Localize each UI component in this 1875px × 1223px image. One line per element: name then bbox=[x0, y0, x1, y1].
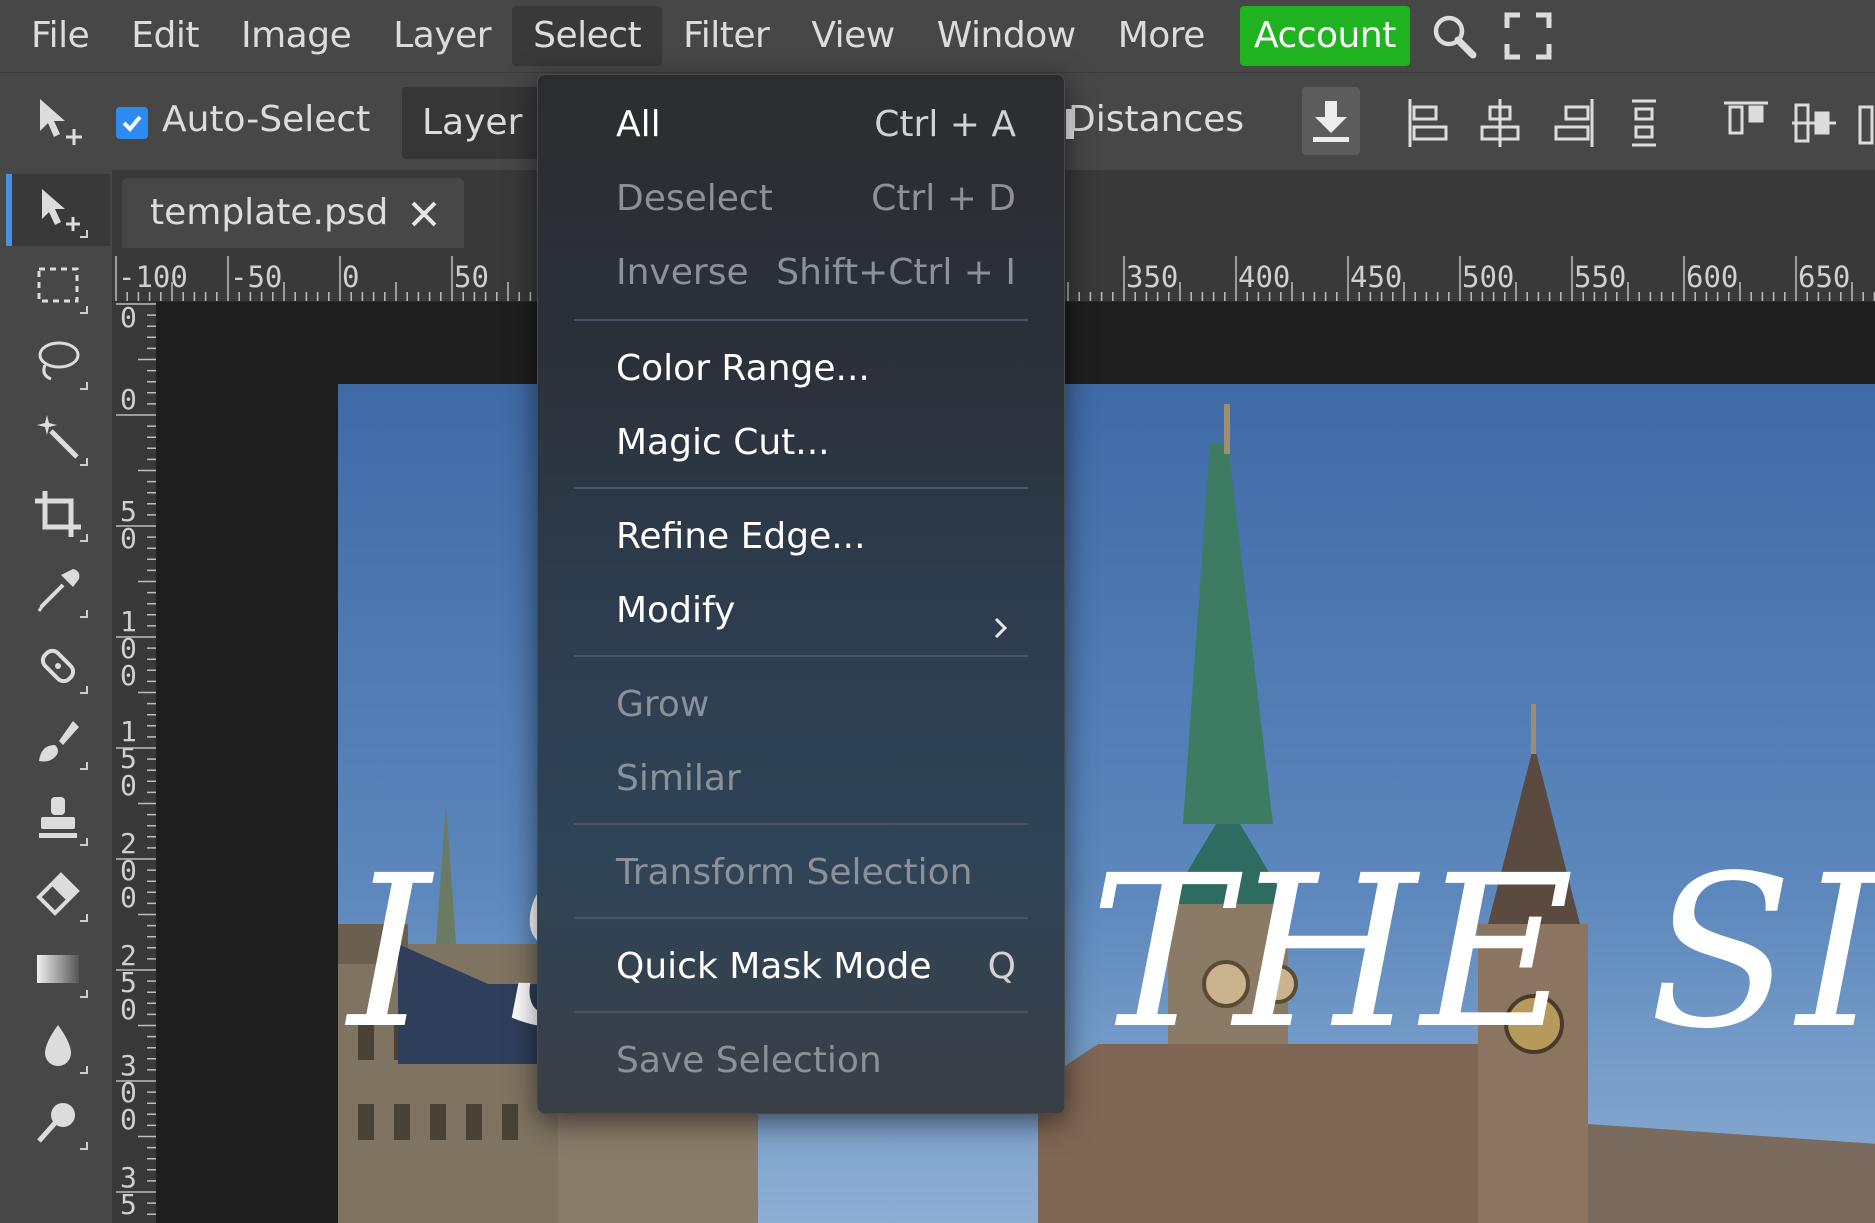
menu-item-all[interactable]: All Ctrl + A bbox=[616, 95, 1016, 155]
menu-item-label: Inverse bbox=[616, 252, 749, 293]
menu-separator bbox=[574, 487, 1028, 489]
move-tool-icon[interactable] bbox=[34, 95, 90, 151]
marquee-tool-button[interactable] bbox=[6, 250, 110, 322]
menu-item-refine-edge[interactable]: Refine Edge... bbox=[616, 507, 1016, 567]
eyedropper-tool-button[interactable] bbox=[6, 554, 110, 626]
account-button[interactable]: Account bbox=[1239, 6, 1410, 66]
move-tool-button[interactable] bbox=[6, 174, 110, 246]
menu-more[interactable]: More bbox=[1097, 6, 1226, 66]
ruler-label: 50 bbox=[454, 260, 489, 294]
ruler-label: 100 bbox=[120, 605, 137, 692]
menu-item-label: Modify bbox=[616, 590, 736, 631]
menu-item-transform-selection[interactable]: Transform Selection bbox=[616, 843, 1016, 903]
ruler-label: 0 bbox=[120, 383, 137, 416]
ruler-label: 0 bbox=[120, 302, 137, 334]
align-horizontal-center-icon[interactable] bbox=[1476, 97, 1524, 149]
menu-edit[interactable]: Edit bbox=[110, 6, 220, 66]
menu-item-quick-mask-mode[interactable]: Quick Mask Mode Q bbox=[616, 937, 1016, 997]
auto-select-checkbox[interactable] bbox=[116, 107, 148, 139]
headline-part-2: THE SIG bbox=[1089, 830, 1875, 1075]
ruler-label: 300 bbox=[120, 1049, 137, 1136]
ruler-label: 150 bbox=[120, 715, 137, 802]
ruler-label: 200 bbox=[120, 827, 137, 914]
menu-item-magic-cut[interactable]: Magic Cut... bbox=[616, 413, 1016, 473]
tools-panel bbox=[0, 170, 112, 1223]
ruler-label: 500 bbox=[1462, 260, 1515, 294]
menu-item-label: All bbox=[616, 104, 661, 145]
stamp-tool-button[interactable] bbox=[6, 782, 110, 854]
ruler-label: 0 bbox=[342, 260, 360, 294]
menu-file[interactable]: File bbox=[10, 6, 110, 66]
menu-item-shortcut: Shift+Ctrl + I bbox=[776, 252, 1016, 293]
menu-item-shortcut: Ctrl + A bbox=[874, 104, 1016, 145]
download-icon[interactable] bbox=[1302, 87, 1360, 155]
menu-item-shortcut: Q bbox=[987, 946, 1016, 987]
menu-item-label: Quick Mask Mode bbox=[616, 946, 932, 987]
document-tab-label: template.psd bbox=[150, 192, 389, 233]
align-right-icon[interactable] bbox=[1550, 97, 1598, 149]
ruler-label: 450 bbox=[1350, 260, 1403, 294]
menu-layer[interactable]: Layer bbox=[372, 6, 512, 66]
search-icon[interactable] bbox=[1424, 6, 1484, 66]
ruler-label: 50 bbox=[120, 495, 137, 555]
auto-select-target-dropdown[interactable]: Layer bbox=[402, 87, 544, 159]
menu-item-save-selection[interactable]: Save Selection bbox=[616, 1031, 1016, 1091]
ruler-label: 550 bbox=[1574, 260, 1627, 294]
gradient-tool-button[interactable] bbox=[6, 934, 110, 1006]
distances-label: Distances bbox=[1068, 99, 1245, 140]
menu-filter[interactable]: Filter bbox=[662, 6, 790, 66]
menu-separator bbox=[574, 917, 1028, 919]
menu-item-shortcut: Ctrl + D bbox=[871, 178, 1016, 219]
select-menu-dropdown: All Ctrl + A Deselect Ctrl + D Inverse S… bbox=[537, 74, 1065, 1114]
fullscreen-icon[interactable] bbox=[1498, 6, 1558, 66]
chevron-right-icon bbox=[988, 599, 1012, 639]
eraser-tool-button[interactable] bbox=[6, 858, 110, 930]
menu-item-deselect[interactable]: Deselect Ctrl + D bbox=[616, 169, 1016, 229]
distribute-vertical-icon[interactable] bbox=[1620, 97, 1668, 149]
ruler-label: 35 bbox=[120, 1161, 137, 1221]
healing-brush-tool-button[interactable] bbox=[6, 630, 110, 702]
menu-item-color-range[interactable]: Color Range... bbox=[616, 339, 1016, 399]
menu-item-inverse[interactable]: Inverse Shift+Ctrl + I bbox=[616, 243, 1016, 303]
menu-window[interactable]: Window bbox=[916, 6, 1097, 66]
menu-select[interactable]: Select bbox=[512, 6, 663, 66]
ruler-label: -50 bbox=[230, 260, 283, 294]
ruler-label: 650 bbox=[1798, 260, 1851, 294]
close-icon[interactable] bbox=[410, 200, 438, 228]
menu-view[interactable]: View bbox=[790, 6, 915, 66]
align-bottom-icon[interactable] bbox=[1856, 97, 1875, 149]
menu-separator bbox=[574, 655, 1028, 657]
brush-tool-button[interactable] bbox=[6, 706, 110, 778]
menu-item-modify[interactable]: Modify bbox=[616, 581, 1016, 641]
ruler-label: 600 bbox=[1686, 260, 1739, 294]
menu-separator bbox=[574, 1011, 1028, 1013]
menu-item-similar[interactable]: Similar bbox=[616, 749, 1016, 809]
align-vertical-center-icon[interactable] bbox=[1790, 97, 1838, 149]
crop-tool-button[interactable] bbox=[6, 478, 110, 550]
menu-bar: File Edit Image Layer Select Filter View… bbox=[0, 0, 1875, 72]
document-tab[interactable]: template.psd bbox=[122, 178, 464, 248]
menu-separator bbox=[574, 823, 1028, 825]
menu-separator bbox=[574, 319, 1028, 321]
menu-image[interactable]: Image bbox=[220, 6, 372, 66]
lasso-tool-button[interactable] bbox=[6, 326, 110, 398]
menu-item-grow[interactable]: Grow bbox=[616, 675, 1016, 735]
ruler-label: 350 bbox=[1126, 260, 1179, 294]
vertical-ruler: 0 0 50 100 150 200 250 300 35 bbox=[112, 302, 156, 1223]
menu-item-label: Deselect bbox=[616, 178, 773, 219]
align-top-icon[interactable] bbox=[1722, 97, 1770, 149]
magic-wand-tool-button[interactable] bbox=[6, 402, 110, 474]
dodge-tool-button[interactable] bbox=[6, 1086, 110, 1158]
align-left-icon[interactable] bbox=[1404, 97, 1452, 149]
ruler-label: -100 bbox=[118, 260, 188, 294]
auto-select-label: Auto-Select bbox=[162, 99, 371, 140]
blur-tool-button[interactable] bbox=[6, 1010, 110, 1082]
ruler-label: 400 bbox=[1238, 260, 1291, 294]
ruler-label: 250 bbox=[120, 939, 137, 1026]
